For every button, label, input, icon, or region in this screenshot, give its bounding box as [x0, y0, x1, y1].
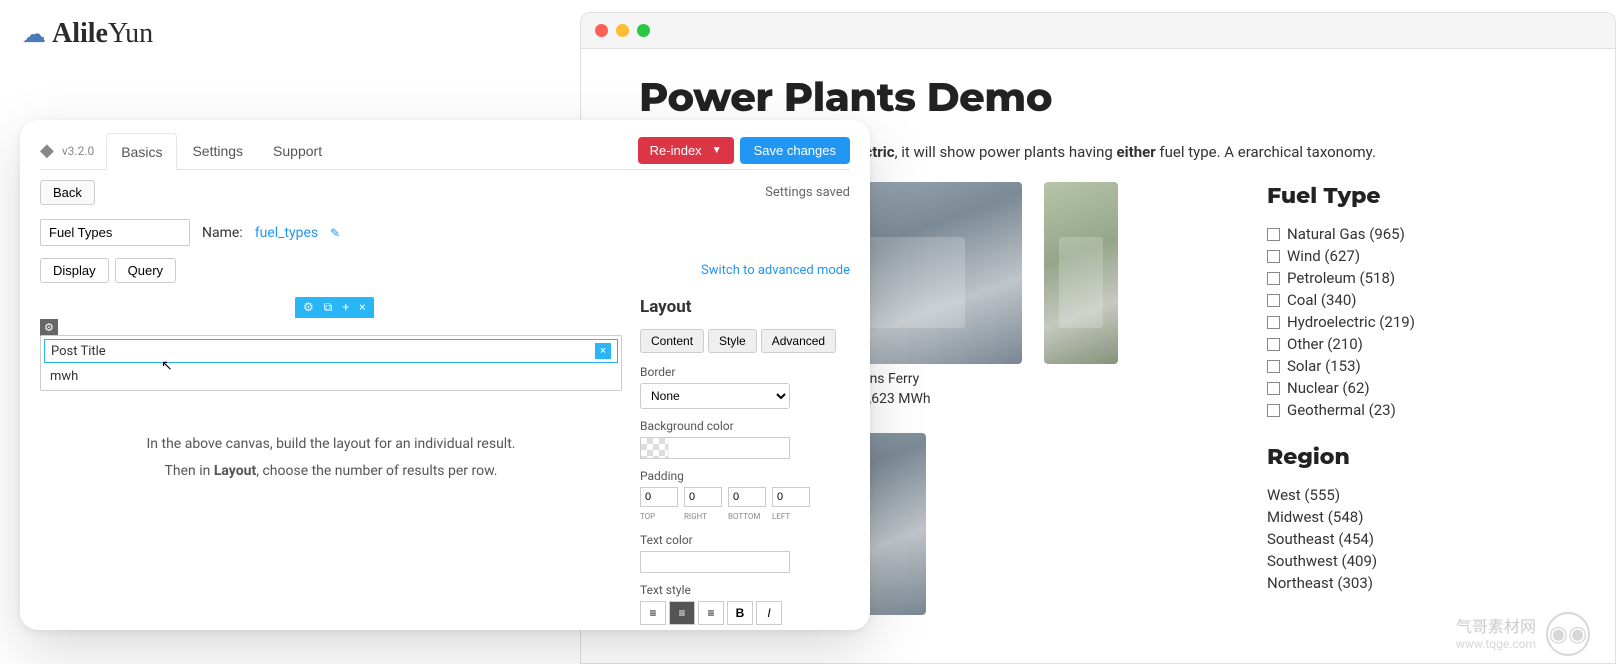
cloud-icon: ☁	[22, 20, 46, 48]
border-label: Border	[640, 365, 850, 379]
name-value: fuel_types	[255, 225, 318, 241]
align-right-button[interactable]: ≡	[698, 601, 724, 625]
name-label: Name:	[202, 225, 243, 241]
result-card[interactable]	[1044, 182, 1118, 411]
align-left-button[interactable]: ≡	[640, 601, 666, 625]
padding-label: Padding	[640, 469, 850, 483]
checkbox-icon[interactable]	[1267, 228, 1280, 241]
pad-right-input[interactable]	[684, 487, 722, 507]
page-title: Power Plants Demo	[639, 73, 1557, 122]
textstyle-label: Text style	[640, 583, 850, 597]
logo-text: AlileYun	[52, 18, 153, 50]
layout-heading: Layout	[640, 297, 850, 317]
facet-item[interactable]: West (555)	[1267, 484, 1557, 506]
tab-support[interactable]: Support	[258, 132, 337, 169]
face-icon: ◉◉	[1546, 612, 1590, 656]
textcolor-label: Text color	[640, 533, 850, 547]
diamond-icon: ◆	[40, 140, 54, 161]
subtab-display[interactable]: Display	[40, 258, 109, 283]
bgcolor-label: Background color	[640, 419, 850, 433]
duplicate-icon[interactable]: ⧉	[324, 300, 333, 315]
status-saved: Settings saved	[765, 185, 850, 200]
facet-item[interactable]: Southwest (409)	[1267, 550, 1557, 572]
gear-icon[interactable]: ⚙	[40, 319, 58, 336]
facet-item[interactable]: Wind (627)	[1267, 245, 1557, 267]
canvas-hint: In the above canvas, build the layout fo…	[40, 431, 622, 484]
canvas-toolbar: ⚙ ⧉ + ×	[295, 297, 374, 318]
italic-button[interactable]: I	[756, 601, 782, 625]
checkbox-icon[interactable]	[1267, 338, 1280, 351]
admin-topbar: ◆ v3.2.0 Basics Settings Support Re-inde…	[40, 132, 850, 170]
layout-tab-style[interactable]: Style	[708, 329, 757, 353]
canvas-item-post-title[interactable]: Post Title ×	[44, 339, 618, 363]
caret-down-icon: ▼	[712, 145, 722, 156]
plus-icon[interactable]: +	[342, 300, 349, 315]
facet-region-title: Region	[1267, 443, 1557, 470]
maximize-window-icon[interactable]	[637, 24, 650, 37]
facet-item[interactable]: Other (210)	[1267, 333, 1557, 355]
facet-item[interactable]: Northeast (303)	[1267, 572, 1557, 594]
checkbox-icon[interactable]	[1267, 382, 1280, 395]
facet-item[interactable]: Petroleum (518)	[1267, 267, 1557, 289]
subtab-query[interactable]: Query	[115, 258, 176, 283]
textcolor-input[interactable]	[640, 551, 790, 573]
facet-item[interactable]: Nuclear (62)	[1267, 377, 1557, 399]
layout-canvas[interactable]: Post Title × ↖ mwh	[40, 335, 622, 391]
layout-tab-content[interactable]: Content	[640, 329, 704, 353]
facet-name-input[interactable]	[40, 219, 190, 246]
admin-panel: ◆ v3.2.0 Basics Settings Support Re-inde…	[20, 120, 870, 630]
bold-button[interactable]: B	[727, 601, 753, 625]
border-select[interactable]: None	[640, 383, 790, 409]
back-button[interactable]: Back	[40, 180, 95, 205]
pad-top-input[interactable]	[640, 487, 678, 507]
checkbox-icon[interactable]	[1267, 360, 1280, 373]
window-titlebar	[581, 13, 1615, 49]
gear-icon[interactable]: ⚙	[303, 300, 314, 315]
layout-tab-advanced[interactable]: Advanced	[761, 329, 836, 353]
close-icon[interactable]: ×	[595, 343, 611, 359]
checkbox-icon[interactable]	[1267, 316, 1280, 329]
pad-left-input[interactable]	[772, 487, 810, 507]
tab-settings[interactable]: Settings	[177, 132, 258, 169]
checkbox-icon[interactable]	[1267, 250, 1280, 263]
version-label: v3.2.0	[62, 144, 94, 158]
checkbox-icon[interactable]	[1267, 404, 1280, 417]
facet-item[interactable]: Southeast (454)	[1267, 528, 1557, 550]
watermark: 气哥素材网 www.tqge.com ◉◉	[1456, 612, 1590, 656]
logo: ☁ AlileYun	[22, 18, 153, 50]
facet-item[interactable]: Coal (340)	[1267, 289, 1557, 311]
tab-basics[interactable]: Basics	[106, 133, 177, 170]
facet-sidebar: Fuel Type Natural Gas (965) Wind (627) P…	[1267, 182, 1557, 616]
close-window-icon[interactable]	[595, 24, 608, 37]
pad-bottom-input[interactable]	[728, 487, 766, 507]
result-image	[1044, 182, 1118, 364]
align-center-button[interactable]: ≡	[669, 601, 695, 625]
edit-icon[interactable]: ✎	[330, 226, 340, 240]
facet-item[interactable]: Natural Gas (965)	[1267, 223, 1557, 245]
checkbox-icon[interactable]	[1267, 272, 1280, 285]
minimize-window-icon[interactable]	[616, 24, 629, 37]
facet-fuel-title: Fuel Type	[1267, 182, 1557, 209]
facet-item[interactable]: Hydroelectric (219)	[1267, 311, 1557, 333]
facet-item[interactable]: Solar (153)	[1267, 355, 1557, 377]
checkbox-icon[interactable]	[1267, 294, 1280, 307]
canvas-item-mwh[interactable]: mwh	[44, 366, 618, 387]
close-icon[interactable]: ×	[359, 300, 365, 315]
facet-item[interactable]: Geothermal (23)	[1267, 399, 1557, 421]
cursor-icon: ↖	[161, 358, 173, 374]
facet-item[interactable]: Midwest (548)	[1267, 506, 1557, 528]
switch-advanced-link[interactable]: Switch to advanced mode	[701, 263, 850, 278]
reindex-button[interactable]: Re-index ▼	[638, 137, 734, 164]
save-button[interactable]: Save changes	[740, 137, 850, 164]
facet-fuel-list: Natural Gas (965) Wind (627) Petroleum (…	[1267, 223, 1557, 421]
bgcolor-input[interactable]	[640, 437, 790, 459]
facet-region-list: West (555) Midwest (548) Southeast (454)…	[1267, 484, 1557, 594]
